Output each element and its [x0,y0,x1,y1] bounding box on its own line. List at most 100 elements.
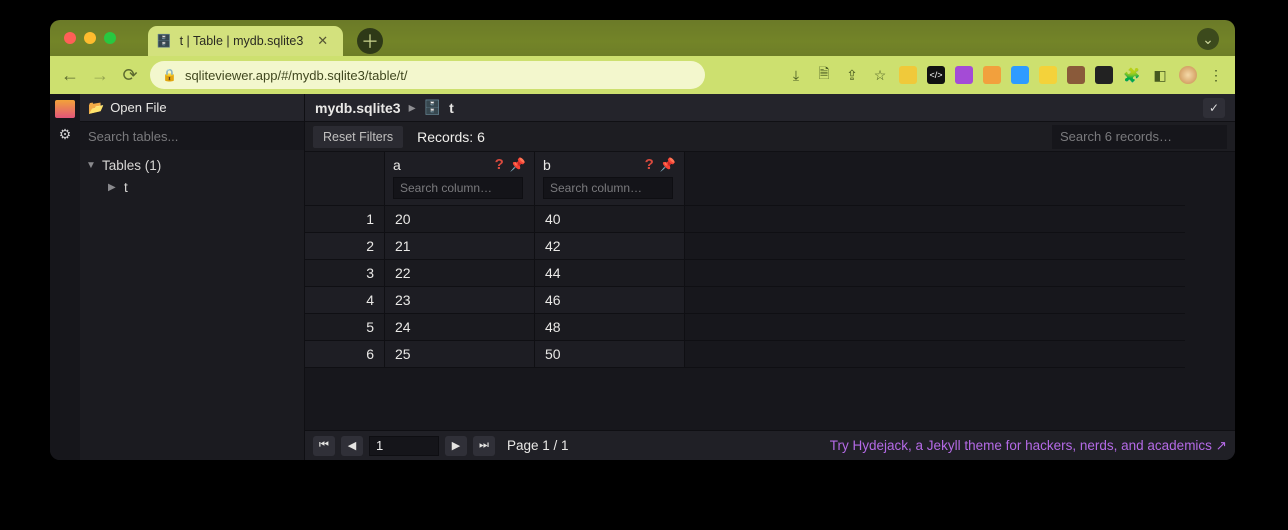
window-minimize-icon[interactable] [84,32,96,44]
app-logo-icon[interactable] [55,100,75,118]
row-number-cell: 2 [305,233,385,260]
cell-a[interactable]: 20 [385,206,535,233]
column-header-b[interactable]: b ? 📌 [535,152,685,206]
tab-title: t | Table | mydb.sqlite3 [180,34,304,48]
toolbar: Reset Filters Records: 6 [305,122,1235,152]
next-page-button[interactable]: ▶ [445,436,467,456]
row-number-cell: 3 [305,260,385,287]
extension-icon[interactable]: </> [927,66,945,84]
tables-tree-item-label: t [124,180,128,195]
prev-page-button[interactable]: ◀ [341,436,363,456]
column-name: a [393,157,401,173]
tables-search-input[interactable] [80,122,304,150]
data-grid[interactable]: a ? 📌 b ? [305,152,1235,430]
nav-reload-button[interactable]: ⟳ [120,65,140,86]
reset-filters-button[interactable]: Reset Filters [313,126,403,148]
cell-b[interactable]: 44 [535,260,685,287]
install-app-icon[interactable]: ⤓ [787,66,805,84]
open-file-button[interactable]: 📂 Open File [80,94,304,122]
table-row[interactable]: 12040 [305,206,1185,233]
share-icon[interactable]: ⇪ [843,66,861,84]
records-search-input[interactable] [1052,125,1227,149]
chevron-right-icon: ▶ [108,182,118,193]
browser-toolbar: ← → ⟳ 🔒 sqliteviewer.app/#/mydb.sqlite3/… [50,56,1235,94]
cell-b[interactable]: 40 [535,206,685,233]
window-traffic-lights [64,32,116,44]
table-row[interactable]: 42346 [305,287,1185,314]
browser-action-icons: ⤓ 🗎 ⇪ ☆ </> 🧩 ◧ ⋮ [787,66,1225,84]
cell-a[interactable]: 25 [385,341,535,368]
app-left-gutter: ⚙ [50,94,80,460]
cell-a[interactable]: 22 [385,260,535,287]
new-tab-button[interactable]: ＋ [357,28,383,54]
extension-icon[interactable] [1039,66,1057,84]
profile-avatar-icon[interactable] [1179,66,1197,84]
column-type-unknown-icon[interactable]: ? [495,156,504,173]
lock-icon: 🔒 [162,68,177,82]
cell-a[interactable]: 23 [385,287,535,314]
browser-tab[interactable]: 🗄️ t | Table | mydb.sqlite3 ✕ [148,26,343,56]
extension-icon[interactable] [983,66,1001,84]
nav-forward-button[interactable]: → [90,65,110,86]
bookmark-star-icon[interactable]: ☆ [871,66,889,84]
tab-favicon-icon: 🗄️ [156,34,172,49]
cell-b[interactable]: 46 [535,287,685,314]
browser-menu-icon[interactable]: ⋮ [1207,66,1225,84]
column-filter-input-a[interactable] [393,177,523,199]
row-number-cell: 4 [305,287,385,314]
column-header-a[interactable]: a ? 📌 [385,152,535,206]
tables-tree: ▼ Tables (1) ▶ t [80,150,304,198]
sqlite-viewer-app: ⚙ 📂 Open File ▼ Tables (1) ▶ t [50,94,1235,460]
breadcrumb-table: t [449,100,454,116]
extension-icon[interactable] [955,66,973,84]
tab-close-icon[interactable]: ✕ [317,33,328,49]
pin-column-icon[interactable]: 📌 [660,157,676,173]
pin-column-icon[interactable]: 📌 [510,157,526,173]
browser-window: 🗄️ t | Table | mydb.sqlite3 ✕ ＋ ⌄ ← → ⟳ … [50,20,1235,460]
cell-a[interactable]: 24 [385,314,535,341]
tables-tree-item[interactable]: ▶ t [80,176,304,198]
table-row[interactable]: 32244 [305,260,1185,287]
address-url: sqliteviewer.app/#/mydb.sqlite3/table/t/ [185,68,408,83]
extensions-puzzle-icon[interactable]: 🧩 [1123,66,1141,84]
table-row[interactable]: 22142 [305,233,1185,260]
page-icon[interactable]: 🗎 [815,66,833,84]
cell-b[interactable]: 48 [535,314,685,341]
extension-icon[interactable] [1095,66,1113,84]
promo-link[interactable]: Try Hydejack, a Jekyll theme for hackers… [830,438,1227,454]
breadcrumb-db[interactable]: mydb.sqlite3 [315,100,401,116]
row-number-cell: 5 [305,314,385,341]
cell-a[interactable]: 21 [385,233,535,260]
column-filter-input-b[interactable] [543,177,673,199]
page-label: Page 1 / 1 [507,438,569,453]
chevron-down-icon: ▼ [86,160,96,171]
nav-back-button[interactable]: ← [60,65,80,86]
address-bar[interactable]: 🔒 sqliteviewer.app/#/mydb.sqlite3/table/… [150,61,705,89]
pager-footer: ⏮ ◀ ▶ ⏭ Page 1 / 1 Try Hydejack, a Jekyl… [305,430,1235,460]
folder-open-icon: 📂 [88,100,104,116]
table-row[interactable]: 52448 [305,314,1185,341]
extension-icon[interactable] [1011,66,1029,84]
column-type-unknown-icon[interactable]: ? [645,156,654,173]
extension-icon[interactable] [899,66,917,84]
window-close-icon[interactable] [64,32,76,44]
page-number-input[interactable] [369,436,439,456]
settings-gear-icon[interactable]: ⚙ [55,126,75,144]
column-name: b [543,157,551,173]
cell-b[interactable]: 42 [535,233,685,260]
row-number-cell: 1 [305,206,385,233]
cell-b[interactable]: 50 [535,341,685,368]
open-file-label: Open File [110,100,166,115]
sidebar: 📂 Open File ▼ Tables (1) ▶ t [80,94,305,460]
first-page-button[interactable]: ⏮ [313,436,335,456]
tables-tree-header[interactable]: ▼ Tables (1) [80,154,304,176]
commit-check-button[interactable]: ✓ [1203,98,1225,118]
table-row[interactable]: 62550 [305,341,1185,368]
extension-icon[interactable] [1067,66,1085,84]
window-zoom-icon[interactable] [104,32,116,44]
tabs-overflow-button[interactable]: ⌄ [1197,28,1219,50]
last-page-button[interactable]: ⏭ [473,436,495,456]
side-panel-icon[interactable]: ◧ [1151,66,1169,84]
records-count: Records: 6 [417,129,485,145]
row-number-header [305,152,385,206]
